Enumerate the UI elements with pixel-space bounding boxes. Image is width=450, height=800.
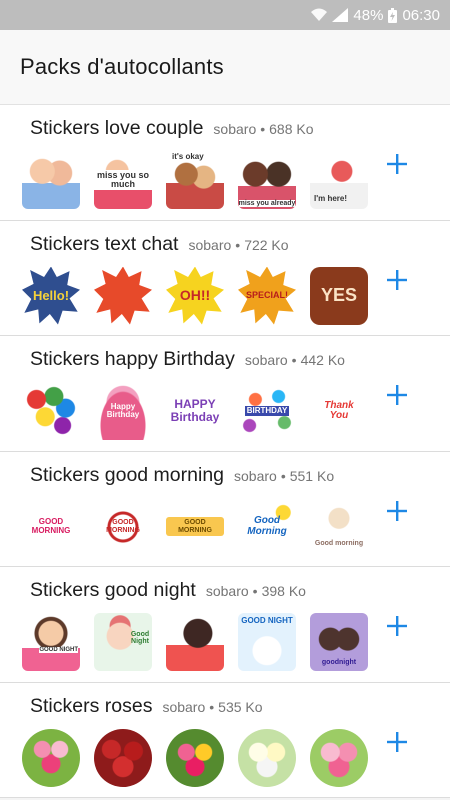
sticker-thumbnail: GOOD NIGHT	[22, 613, 80, 671]
sticker-thumbnail: Hello!	[22, 266, 80, 325]
sticker-thumbnail: HAPPY Birthday	[166, 382, 224, 440]
pack-publisher: sobaro	[234, 467, 277, 484]
sticker-thumbnail: SPECIAL!	[238, 266, 296, 325]
pack-name: Stickers good night	[30, 579, 196, 601]
plus-icon	[387, 154, 407, 174]
separator-dot: •	[291, 352, 297, 368]
pack-publisher: sobaro	[244, 352, 288, 368]
plus-icon	[387, 616, 407, 636]
pack-meta: sobaro • 551 Ko	[234, 468, 334, 484]
pack-header: Stickers roses sobaro • 535 Ko	[30, 695, 263, 718]
pack-size: 688 Ko	[269, 121, 314, 137]
sticker-thumbnails	[22, 728, 368, 787]
pack-meta: sobaro • 398 Ko	[206, 583, 306, 599]
plus-icon	[387, 385, 407, 405]
pack-publisher: sobaro	[213, 121, 257, 137]
sticker-thumbnail: Good morning	[310, 497, 368, 556]
app-bar: Packs d'autocollants	[0, 30, 450, 105]
status-bar: 48% 06:30	[0, 0, 450, 30]
sticker-thumbnail: I'm here!	[310, 151, 368, 209]
sticker-pack-item[interactable]: Stickers love couple sobaro • 688 Ko miss …	[0, 105, 450, 221]
pack-name: Stickers roses	[30, 694, 153, 717]
sticker-thumbnail: Happy Birthday	[94, 382, 152, 440]
pack-header: Stickers happy Birthday sobaro • 442 Ko	[30, 348, 345, 371]
add-pack-button[interactable]	[382, 727, 412, 757]
sticker-thumbnail: Good Morning	[238, 497, 296, 556]
plus-icon	[387, 500, 407, 521]
plus-icon	[387, 731, 407, 752]
pack-header: Stickers love couple sobaro • 688 Ko	[30, 117, 314, 140]
pack-name: Stickers good morning	[30, 463, 225, 486]
pack-meta: sobaro • 442 Ko	[245, 352, 345, 368]
separator-dot: •	[235, 236, 241, 253]
pack-size: 535 Ko	[218, 698, 263, 715]
sticker-thumbnails: Hello! OH!! SPECIAL! YES	[22, 266, 368, 325]
sticker-thumbnail: it's okay	[166, 151, 224, 209]
pack-meta: sobaro • 535 Ko	[162, 699, 262, 715]
sticker-thumbnail: GOOD MORNING	[94, 497, 152, 556]
sticker-thumbnail	[22, 728, 80, 787]
pack-publisher: sobaro	[188, 236, 232, 253]
wifi-icon	[311, 8, 328, 22]
sticker-thumbnail: Thank You	[310, 382, 368, 440]
sticker-pack-item[interactable]: Stickers good night sobaro • 398 Ko GOOD N…	[0, 567, 450, 683]
pack-header: Stickers good morning sobaro • 551 Ko	[30, 464, 334, 487]
pack-size: 722 Ko	[244, 236, 289, 253]
sticker-thumbnail: BIRTHDAY	[238, 382, 296, 440]
add-pack-button[interactable]	[382, 149, 412, 179]
sticker-thumbnail: GOOD NIGHT	[238, 613, 296, 671]
pack-header: Stickers good night sobaro • 398 Ko	[30, 579, 306, 602]
separator-dot: •	[252, 583, 258, 599]
sticker-thumbnails: GOOD MORNING GOOD MORNING GOOD MORNING G…	[22, 497, 368, 556]
pack-header: Stickers text chat sobaro • 722 Ko	[30, 233, 289, 256]
pack-name: Stickers love couple	[30, 117, 204, 139]
separator-dot: •	[209, 698, 215, 715]
sticker-thumbnails: Happy Birthday HAPPY Birthday BIRTHDAY T…	[22, 382, 368, 440]
page-title: Packs d'autocollants	[20, 54, 224, 79]
sticker-thumbnail: GOOD MORNING	[166, 497, 224, 556]
sticker-thumbnail	[310, 728, 368, 787]
sticker-pack-item[interactable]: Stickers good morning sobaro • 551 Ko GOOD…	[0, 451, 450, 567]
add-pack-button[interactable]	[382, 496, 412, 526]
sticker-pack-item[interactable]: Stickers text chat sobaro • 722 Ko Hello! …	[0, 220, 450, 336]
pack-size: 551 Ko	[289, 467, 335, 484]
separator-dot: •	[260, 121, 266, 137]
sticker-pack-item[interactable]: Stickers roses sobaro • 535 Ko	[0, 682, 450, 798]
pack-size: 442 Ko	[300, 352, 345, 368]
sticker-thumbnail	[22, 382, 80, 440]
sticker-thumbnail: miss you already	[238, 151, 296, 209]
battery-percent: 48%	[353, 6, 384, 24]
sticker-thumbnails: GOOD NIGHT Good Night GOOD NIGHT goodnig…	[22, 613, 368, 671]
sticker-thumbnail: miss you so much	[94, 151, 152, 209]
pack-meta: sobaro • 722 Ko	[188, 237, 288, 253]
sticker-thumbnail	[166, 728, 224, 787]
add-pack-button[interactable]	[382, 380, 412, 410]
pack-publisher: sobaro	[205, 583, 249, 599]
sticker-thumbnail	[166, 613, 224, 671]
battery-icon	[388, 7, 398, 23]
plus-icon	[387, 269, 407, 290]
add-pack-button[interactable]	[382, 265, 412, 295]
sticker-thumbnail	[94, 266, 152, 325]
sticker-thumbnail	[238, 728, 296, 787]
sticker-thumbnail: goodnight	[310, 613, 368, 671]
pack-name: Stickers text chat	[30, 232, 179, 255]
sticker-thumbnail: Good Night	[94, 613, 152, 671]
sticker-thumbnails: miss you so much it's okay miss you alre…	[22, 151, 368, 209]
sticker-thumbnail	[94, 728, 152, 787]
separator-dot: •	[280, 467, 286, 484]
sticker-thumbnail: OH!!	[166, 266, 224, 325]
add-pack-button[interactable]	[382, 611, 412, 641]
pack-publisher: sobaro	[162, 698, 206, 715]
sticker-thumbnail: GOOD MORNING	[22, 497, 80, 556]
clock: 06:30	[402, 6, 440, 24]
sticker-thumbnail	[22, 151, 80, 209]
pack-meta: sobaro • 688 Ko	[213, 121, 313, 137]
signal-icon	[332, 8, 349, 22]
pack-size: 398 Ko	[261, 583, 306, 599]
pack-name: Stickers happy Birthday	[30, 348, 235, 370]
sticker-pack-item[interactable]: Stickers happy Birthday sobaro • 442 Ko Ha…	[0, 336, 450, 452]
sticker-thumbnail: YES	[310, 266, 368, 325]
sticker-pack-list: Stickers love couple sobaro • 688 Ko miss …	[0, 105, 450, 798]
